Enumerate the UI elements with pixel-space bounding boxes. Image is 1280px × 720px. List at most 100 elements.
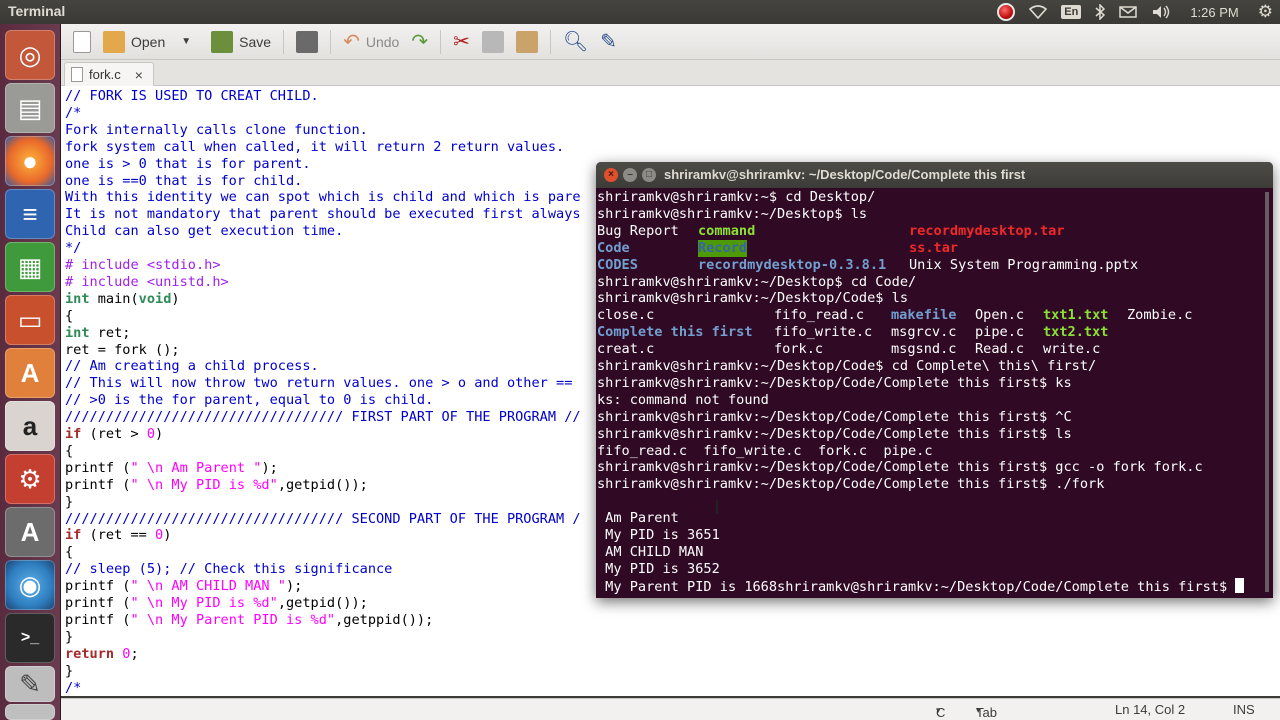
- volume-icon[interactable]: [1144, 0, 1178, 24]
- maximize-window-icon[interactable]: □: [642, 168, 656, 182]
- new-document-button[interactable]: [67, 27, 97, 57]
- ubuntu-dash-icon[interactable]: ◎: [5, 30, 55, 80]
- code-token: ,getpid());: [277, 595, 368, 611]
- clock[interactable]: 1:26 PM: [1178, 0, 1250, 24]
- software-center-icon[interactable]: A: [5, 348, 55, 398]
- mail-icon[interactable]: [1112, 0, 1144, 24]
- globe-browser-icon[interactable]: ◉: [5, 560, 55, 610]
- code-token: ): [171, 290, 180, 307]
- save-button[interactable]: Save: [205, 27, 277, 57]
- insert-mode: INS: [1233, 702, 1255, 717]
- tab-fork-c[interactable]: fork.c ×: [64, 62, 154, 86]
- code-token: printf (: [65, 595, 131, 611]
- cursor-position: Ln 14, Col 2: [1115, 702, 1186, 717]
- terminal-line-text: My Parent PID is 1668shriramkv@shriramkv…: [597, 578, 1236, 595]
- code-line: */: [65, 240, 81, 257]
- terminal-line: shriramkv@shriramkv:~/Desktop$ ls: [597, 206, 867, 223]
- copy-button[interactable]: [476, 27, 510, 57]
- paste-button[interactable]: [510, 27, 544, 57]
- terminal-titlebar[interactable]: × – □ shriramkv@shriramkv: ~/Desktop/Cod…: [596, 162, 1273, 188]
- close-tab-icon[interactable]: ×: [135, 67, 143, 83]
- code-line: Child can also get execution time.: [65, 223, 343, 240]
- text-editor-icon[interactable]: ✎: [5, 666, 55, 702]
- code-token: one is ==0 that is for child.: [65, 172, 303, 189]
- toolbar-separator: [283, 29, 285, 54]
- code-token: ret = fork ();: [65, 341, 180, 358]
- terminal-file-entry: txt1.txt: [1043, 307, 1109, 324]
- minimize-window-icon[interactable]: –: [623, 168, 637, 182]
- terminal-window[interactable]: × – □ shriramkv@shriramkv: ~/Desktop/Cod…: [596, 162, 1273, 598]
- terminal-cursor: [1235, 577, 1245, 593]
- code-token: /*: [65, 679, 82, 696]
- printer-icon: [296, 30, 319, 53]
- code-line: # include <unistd.h>: [65, 274, 229, 291]
- terminal-line: ks: command not found: [597, 392, 769, 409]
- code-line: // FORK IS USED TO CREAT CHILD.: [65, 88, 319, 105]
- wifi-icon[interactable]: [1022, 0, 1054, 24]
- find-button[interactable]: 🔍︎: [557, 27, 594, 57]
- firefox-icon[interactable]: ●: [5, 136, 55, 186]
- terminal-file-entry: msgsnd.c: [891, 341, 957, 358]
- terminal-line-text: shriramkv@shriramkv:~/Desktop/Code/Compl…: [597, 425, 1072, 442]
- code-token: " \n My PID is %d": [130, 476, 278, 493]
- code-token: printf (: [65, 476, 131, 493]
- terminal-file-entry: fifo_read.c: [774, 307, 865, 324]
- terminal-file-entry: Code: [597, 239, 630, 256]
- code-token: ): [155, 426, 164, 442]
- open-button[interactable]: Open ▼: [97, 27, 197, 57]
- terminal-icon[interactable]: >_: [5, 613, 55, 663]
- code-line: printf (" \n My PID is %d",getpid());: [65, 595, 368, 612]
- code-token: // Am creating a child process.: [65, 358, 319, 375]
- redo-button[interactable]: ↷: [405, 27, 434, 57]
- libreoffice-impress-icon[interactable]: ▭: [5, 295, 55, 345]
- terminal-line-text: shriramkv@shriramkv:~/Desktop$ ls: [597, 205, 868, 222]
- trash-icon[interactable]: [5, 704, 55, 720]
- code-line: printf (" \n My PID is %d",getpid());: [65, 477, 368, 494]
- terminal-line-text: ks: command not found: [597, 391, 769, 408]
- undo-button[interactable]: ↶ Undo: [337, 27, 405, 57]
- code-token: # include <stdio.h>: [65, 257, 221, 273]
- system-tray: En 1:26 PM ⚙: [990, 0, 1280, 24]
- launcher: ◎ ▤ ● ≡ ▦ ▭ A a ⚙ A ◉ >_ ✎: [0, 24, 61, 720]
- settings-gear-icon[interactable]: ⚙: [1251, 0, 1280, 24]
- tab-label: fork.c: [89, 67, 121, 82]
- code-token: int: [65, 290, 90, 307]
- paste-icon: [515, 30, 538, 53]
- code-line: ret = fork ();: [65, 342, 180, 359]
- top-panel: Terminal En 1:26 PM ⚙: [0, 0, 1280, 24]
- code-token: );: [285, 578, 303, 595]
- code-line: return 0;: [65, 646, 139, 663]
- terminal-file-entry: Unix System Programming.pptx: [909, 256, 1139, 273]
- chevron-down-icon[interactable]: ▼: [181, 36, 191, 47]
- terminal-file-entry: fifo_write.c: [774, 324, 873, 341]
- replace-button[interactable]: ✎: [594, 27, 623, 57]
- terminal-line: shriramkv@shriramkv:~/Desktop/Code/Compl…: [597, 459, 1203, 476]
- close-window-icon[interactable]: ×: [604, 168, 618, 182]
- cut-button[interactable]: ✂: [447, 27, 476, 57]
- system-settings-icon[interactable]: ⚙: [5, 454, 55, 504]
- code-token: }: [65, 493, 74, 510]
- code-token: # include <unistd.h>: [65, 273, 229, 290]
- code-token: With this identity we can spot which is …: [65, 189, 581, 206]
- terminal-scrollbar[interactable]: [1265, 192, 1269, 592]
- bluetooth-icon[interactable]: [1088, 0, 1112, 24]
- code-token: int: [65, 324, 90, 341]
- terminal-line-text: fifo_read.c fifo_write.c fork.c pipe.c: [597, 442, 933, 459]
- terminal-line: fifo_read.c fifo_write.c fork.c pipe.c: [597, 443, 933, 460]
- terminal-line-text: shriramkv@shriramkv:~/Desktop/Code$ ls: [597, 290, 908, 307]
- terminal-file-entry: Complete this first: [597, 324, 753, 341]
- redo-icon: ↷: [411, 31, 429, 53]
- record-indicator-icon[interactable]: [990, 0, 1022, 24]
- terminal-line: AM CHILD MAN: [597, 544, 703, 561]
- terminal-line: My Parent PID is 1668shriramkv@shriramkv…: [597, 577, 1245, 596]
- code-token: */: [65, 240, 82, 257]
- keyboard-layout-icon[interactable]: En: [1054, 0, 1088, 24]
- libreoffice-calc-icon[interactable]: ▦: [5, 242, 55, 292]
- terminal-output[interactable]: shriramkv@shriramkv:~$ cd Desktop/shrira…: [596, 188, 1264, 598]
- libreoffice-writer-icon[interactable]: ≡: [5, 189, 55, 239]
- print-button[interactable]: [290, 27, 324, 57]
- amazon-icon[interactable]: a: [5, 401, 55, 451]
- files-icon[interactable]: ▤: [5, 83, 55, 133]
- save-icon: [211, 30, 234, 53]
- software-updater-icon[interactable]: A: [5, 507, 55, 557]
